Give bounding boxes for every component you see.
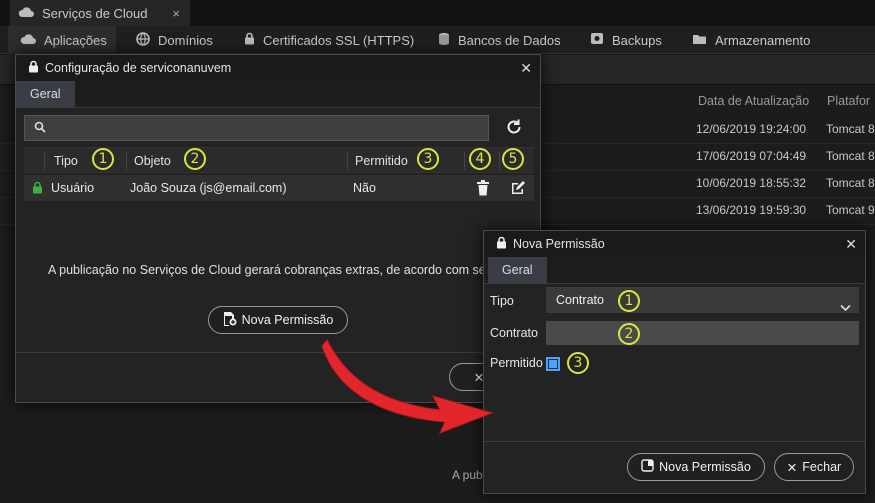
tipo-select[interactable]: Contrato	[546, 287, 859, 313]
edit-icon[interactable]	[510, 180, 526, 199]
fechar-label: Fechar	[802, 460, 842, 474]
step-badge-4: 4	[469, 148, 491, 170]
step-badge-3: 3	[567, 352, 589, 374]
search-icon	[34, 121, 46, 136]
fechar-button[interactable]: ✕ Fechar	[774, 453, 854, 481]
lock-icon	[32, 181, 43, 197]
billing-info-text: A publicação no Serviços de Cloud gerará…	[48, 263, 504, 277]
new-permission-modal: Nova Permissão ✕ Geral Tipo Contrato Con…	[483, 230, 866, 494]
table-row-date: 13/06/2019 19:59:30	[696, 203, 807, 217]
tab-geral[interactable]: Geral	[488, 257, 547, 284]
config-modal-title: Configuração de serviconanuvem	[45, 61, 232, 75]
step-badge-2: 2	[184, 148, 206, 170]
table-row-platform: Tomcat 8	[826, 176, 875, 190]
config-modal-tabs: Geral	[16, 81, 540, 108]
chevron-down-icon	[840, 295, 851, 321]
save-permission-label: Nova Permissão	[659, 460, 751, 474]
column-divider	[347, 152, 348, 170]
table-row-date: 12/06/2019 19:24:00	[696, 122, 807, 136]
database-icon	[438, 32, 450, 49]
step-badge-2: 2	[618, 323, 640, 345]
table-row-date: 10/06/2019 18:55:32	[696, 176, 807, 190]
column-header-objeto[interactable]: Objeto	[134, 148, 171, 174]
cell-objeto: João Souza (js@email.com)	[130, 181, 287, 195]
save-permission-button[interactable]: Nova Permissão	[627, 453, 765, 481]
nav-label: Domínios	[158, 32, 213, 48]
step-badge-5: 5	[502, 148, 524, 170]
permitido-checkbox[interactable]	[546, 357, 560, 371]
nav-bancos[interactable]: Bancos de Dados	[426, 26, 573, 54]
search-input[interactable]	[24, 115, 489, 141]
step-badge-1: 1	[618, 290, 640, 312]
lock-icon	[28, 60, 39, 76]
close-icon: ✕	[786, 460, 798, 475]
new-permission-button[interactable]: Nova Permissão	[208, 306, 348, 334]
lock-icon	[496, 236, 507, 252]
app-tabbar: Serviços de Cloud ×	[0, 0, 875, 26]
config-modal: Configuração de serviconanuvem ✕ Geral T…	[15, 54, 541, 403]
column-header-tipo[interactable]: Tipo	[54, 148, 78, 174]
app-nav: Aplicações Domínios Certificados SSL (HT…	[0, 26, 875, 54]
close-tab-icon[interactable]: ×	[172, 6, 180, 21]
new-permission-modal-header: Nova Permissão ✕	[484, 231, 865, 257]
nav-certificados[interactable]: Certificados SSL (HTTPS)	[232, 26, 426, 54]
cloud-icon	[18, 6, 34, 21]
contrato-label: Contrato	[490, 326, 538, 340]
column-divider	[44, 152, 45, 170]
save-permission-icon	[641, 459, 654, 475]
refresh-icon	[505, 118, 523, 139]
column-divider	[126, 152, 127, 170]
trash-icon[interactable]	[476, 180, 490, 199]
add-document-icon	[223, 311, 237, 329]
new-permission-modal-footer: Nova Permissão ✕ Fechar	[484, 441, 865, 493]
globe-icon	[136, 31, 150, 49]
app-tab-title: Serviços de Cloud	[42, 5, 148, 21]
column-divider	[499, 152, 500, 170]
nav-backups[interactable]: Backups	[578, 26, 674, 54]
hard-drive-icon	[590, 32, 604, 48]
table-row-platform: Tomcat 8	[826, 149, 875, 163]
nav-label: Aplicações	[44, 32, 107, 48]
new-permission-tabs: Geral	[484, 257, 865, 284]
cell-permitido: Não	[353, 181, 376, 195]
cell-tipo: Usuário	[51, 181, 95, 195]
nav-dominios[interactable]: Domínios	[124, 26, 225, 54]
config-modal-footer: ✕	[16, 352, 540, 402]
nav-label: Backups	[612, 32, 662, 48]
column-divider	[464, 152, 465, 170]
tipo-select-value: Contrato	[556, 293, 604, 307]
refresh-button[interactable]	[501, 115, 527, 141]
nav-aplicacoes[interactable]: Aplicações	[8, 26, 116, 54]
nav-label: Bancos de Dados	[458, 32, 561, 48]
nav-label: Armazenamento	[715, 32, 811, 48]
config-modal-header: Configuração de serviconanuvem ✕	[16, 55, 540, 81]
column-header-updated: Data de Atualização	[698, 94, 810, 108]
step-badge-3: 3	[417, 148, 439, 170]
table-row-platform: Tomcat 9	[826, 203, 875, 217]
contrato-input[interactable]	[546, 321, 859, 345]
new-permission-modal-title: Nova Permissão	[513, 237, 605, 251]
step-badge-1: 1	[92, 148, 114, 170]
tab-geral[interactable]: Geral	[16, 81, 75, 108]
lock-icon	[244, 32, 255, 48]
nav-label: Certificados SSL (HTTPS)	[263, 32, 415, 48]
permitido-label: Permitido	[490, 356, 543, 370]
table-row-date: 17/06/2019 07:04:49	[696, 149, 807, 163]
table-row-platform: Tomcat 8	[826, 122, 875, 136]
folder-icon	[692, 33, 707, 48]
new-permission-label: Nova Permissão	[241, 313, 334, 327]
tipo-label: Tipo	[490, 294, 514, 308]
table-row[interactable]: Usuário João Souza (js@email.com) Não	[24, 175, 534, 201]
column-header-platform: Platafor	[827, 94, 871, 108]
app-tab-cloud-services[interactable]: Serviços de Cloud ×	[10, 0, 190, 26]
close-icon[interactable]: ✕	[520, 60, 532, 77]
nav-armazenamento[interactable]: Armazenamento	[680, 26, 822, 54]
cloud-upload-icon	[20, 33, 36, 48]
column-header-permitido[interactable]: Permitido	[355, 148, 408, 174]
close-icon[interactable]: ✕	[845, 236, 857, 253]
